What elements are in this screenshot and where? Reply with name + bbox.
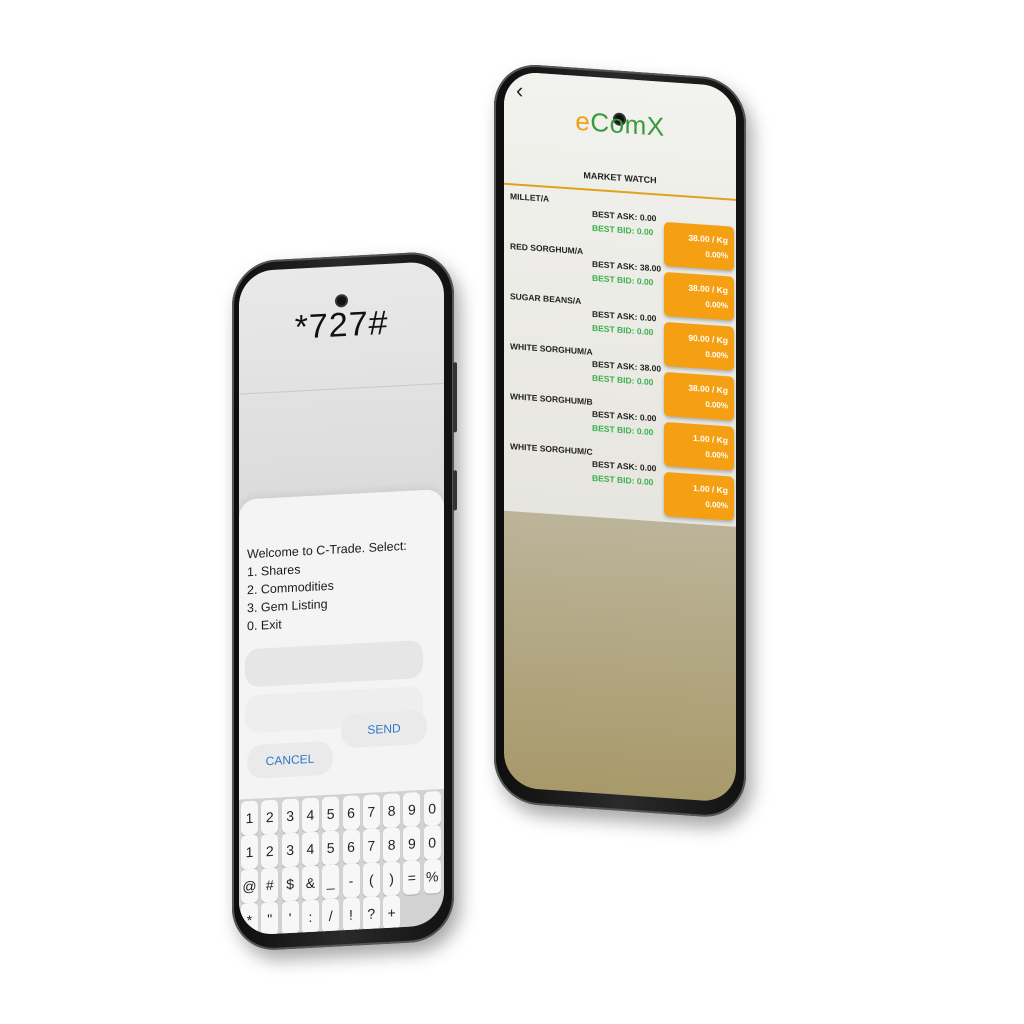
best-ask: BEST ASK: 38.00: [592, 258, 662, 274]
keyboard-key[interactable]: 7: [362, 828, 380, 864]
commodity-name: WHITE SORGHUM/C: [510, 441, 593, 457]
commodity-name: RED SORGHUM/A: [510, 241, 584, 257]
cancel-button[interactable]: CANCEL: [247, 740, 333, 780]
divider: [239, 382, 444, 395]
keyboard-key[interactable]: :: [301, 899, 319, 935]
power-button: [453, 470, 457, 511]
price-value: 38.00 / Kg: [688, 382, 728, 396]
commodity-name: MILLET/A: [510, 191, 550, 204]
commodity-name: SUGAR BEANS/A: [510, 291, 582, 307]
keyboard-key[interactable]: 4: [301, 831, 319, 867]
keyboard-key[interactable]: 1: [241, 800, 258, 836]
ecomx-screen: ‹ eComX MARKET WATCH MILLET/A BEST ASK: 0…: [504, 70, 736, 803]
keyboard-key[interactable]: 6: [342, 829, 360, 865]
keyboard-key[interactable]: *: [241, 902, 258, 936]
best-ask: BEST ASK: 0.00: [592, 208, 657, 224]
keyboard-key[interactable]: 9: [403, 792, 421, 828]
volume-button: [453, 362, 457, 433]
keyboard-key[interactable]: -: [342, 863, 360, 899]
keyboard-key[interactable]: (: [362, 862, 380, 898]
phone-ecomx: ‹ eComX MARKET WATCH MILLET/A BEST ASK: 0…: [494, 62, 746, 820]
keyboard-key[interactable]: 6: [342, 795, 360, 831]
chevron-left-icon[interactable]: ‹: [516, 78, 523, 105]
keyboard-key[interactable]: 0: [423, 791, 441, 826]
keyboard-key[interactable]: 9: [403, 826, 421, 862]
keyboard-key[interactable]: 5: [322, 796, 340, 832]
phone-ussd: *727# Welcome to C-Trade. Select: 1. Sha…: [232, 250, 457, 952]
ecomx-logo: eComX: [575, 105, 665, 142]
price-value: 38.00 / Kg: [688, 282, 728, 296]
keyboard-key[interactable]: 3: [281, 798, 299, 834]
price-badge[interactable]: 1.00 / Kg 0.00%: [664, 471, 734, 521]
commodity-name: WHITE SORGHUM/A: [510, 341, 593, 357]
price-value: 90.00 / Kg: [688, 332, 728, 346]
keyboard-key[interactable]: #: [261, 867, 279, 903]
keyboard-key[interactable]: @: [241, 868, 258, 904]
price-value: 1.00 / Kg: [693, 432, 728, 446]
market-watch-panel: ‹ eComX MARKET WATCH MILLET/A BEST ASK: 0…: [504, 70, 736, 527]
keyboard-key[interactable]: _: [322, 864, 340, 900]
best-bid: BEST BID: 0.00: [592, 272, 654, 288]
best-ask: BEST ASK: 0.00: [592, 458, 657, 474]
best-bid: BEST BID: 0.00: [592, 422, 654, 438]
keyboard-key[interactable]: ": [261, 901, 279, 936]
keyboard-key[interactable]: 2: [261, 799, 279, 835]
best-ask: BEST ASK: 0.00: [592, 408, 657, 424]
best-bid: BEST BID: 0.00: [592, 322, 654, 338]
keyboard-key[interactable]: ': [281, 900, 299, 936]
keyboard-key[interactable]: 4: [301, 797, 319, 833]
keyboard-key[interactable]: 2: [261, 833, 279, 869]
best-bid: BEST BID: 0.00: [592, 222, 654, 238]
keyboard-key[interactable]: +: [383, 895, 401, 931]
ussd-option-gem-listing: 3. Gem Listing: [247, 596, 328, 616]
market-list: MILLET/A BEST ASK: 0.00 BEST BID: 0.00 38.0…: [504, 71, 736, 521]
price-change: 0.00%: [705, 499, 728, 511]
best-ask: BEST ASK: 0.00: [592, 308, 657, 324]
ussd-screen: *727# Welcome to C-Trade. Select: 1. Sha…: [239, 260, 444, 936]
ussd-dialog: Welcome to C-Trade. Select: 1. Shares 2.…: [239, 488, 444, 800]
keyboard-key[interactable]: /: [322, 898, 340, 934]
ussd-option-shares: 1. Shares: [247, 562, 301, 580]
keyboard-key[interactable]: $: [281, 866, 299, 902]
keyboard-key[interactable]: 8: [383, 827, 401, 863]
price-value: 1.00 / Kg: [693, 482, 728, 496]
keyboard-key[interactable]: ): [383, 861, 401, 897]
keyboard-key[interactable]: &: [301, 865, 319, 901]
keyboard-key[interactable]: 8: [383, 793, 401, 829]
dialed-code: *727#: [294, 303, 389, 347]
numeric-keyboard: 1 2 3 4 5 6 7 8 9 0 1 2 3 4 5 6 7 8 9 0 @ # $ & _ -() =% * " ': /!? +: [239, 788, 444, 936]
ussd-option-commodities: 2. Commodities: [247, 578, 334, 598]
ussd-prompt: Welcome to C-Trade. Select:: [247, 538, 407, 562]
ussd-reply-input[interactable]: [245, 639, 423, 688]
front-camera: [337, 296, 346, 306]
best-bid: BEST BID: 0.00: [592, 472, 654, 488]
keyboard-key[interactable]: =: [403, 860, 421, 896]
best-ask: BEST ASK: 38.00: [592, 358, 662, 374]
keyboard-key[interactable]: 5: [322, 830, 340, 866]
price-value: 38.00 / Kg: [688, 232, 728, 246]
keyboard-key[interactable]: 1: [241, 834, 258, 870]
keyboard-key[interactable]: ?: [362, 896, 380, 932]
keyboard-key[interactable]: 0: [423, 825, 441, 860]
keyboard-key[interactable]: %: [423, 859, 441, 894]
keyboard-key[interactable]: !: [342, 897, 360, 933]
keyboard-key[interactable]: 7: [362, 794, 380, 830]
send-button[interactable]: SEND: [341, 709, 427, 749]
ussd-option-exit: 0. Exit: [247, 617, 282, 634]
commodity-name: WHITE SORGHUM/B: [510, 391, 593, 407]
keyboard-key[interactable]: 3: [281, 832, 299, 868]
best-bid: BEST BID: 0.00: [592, 372, 654, 388]
